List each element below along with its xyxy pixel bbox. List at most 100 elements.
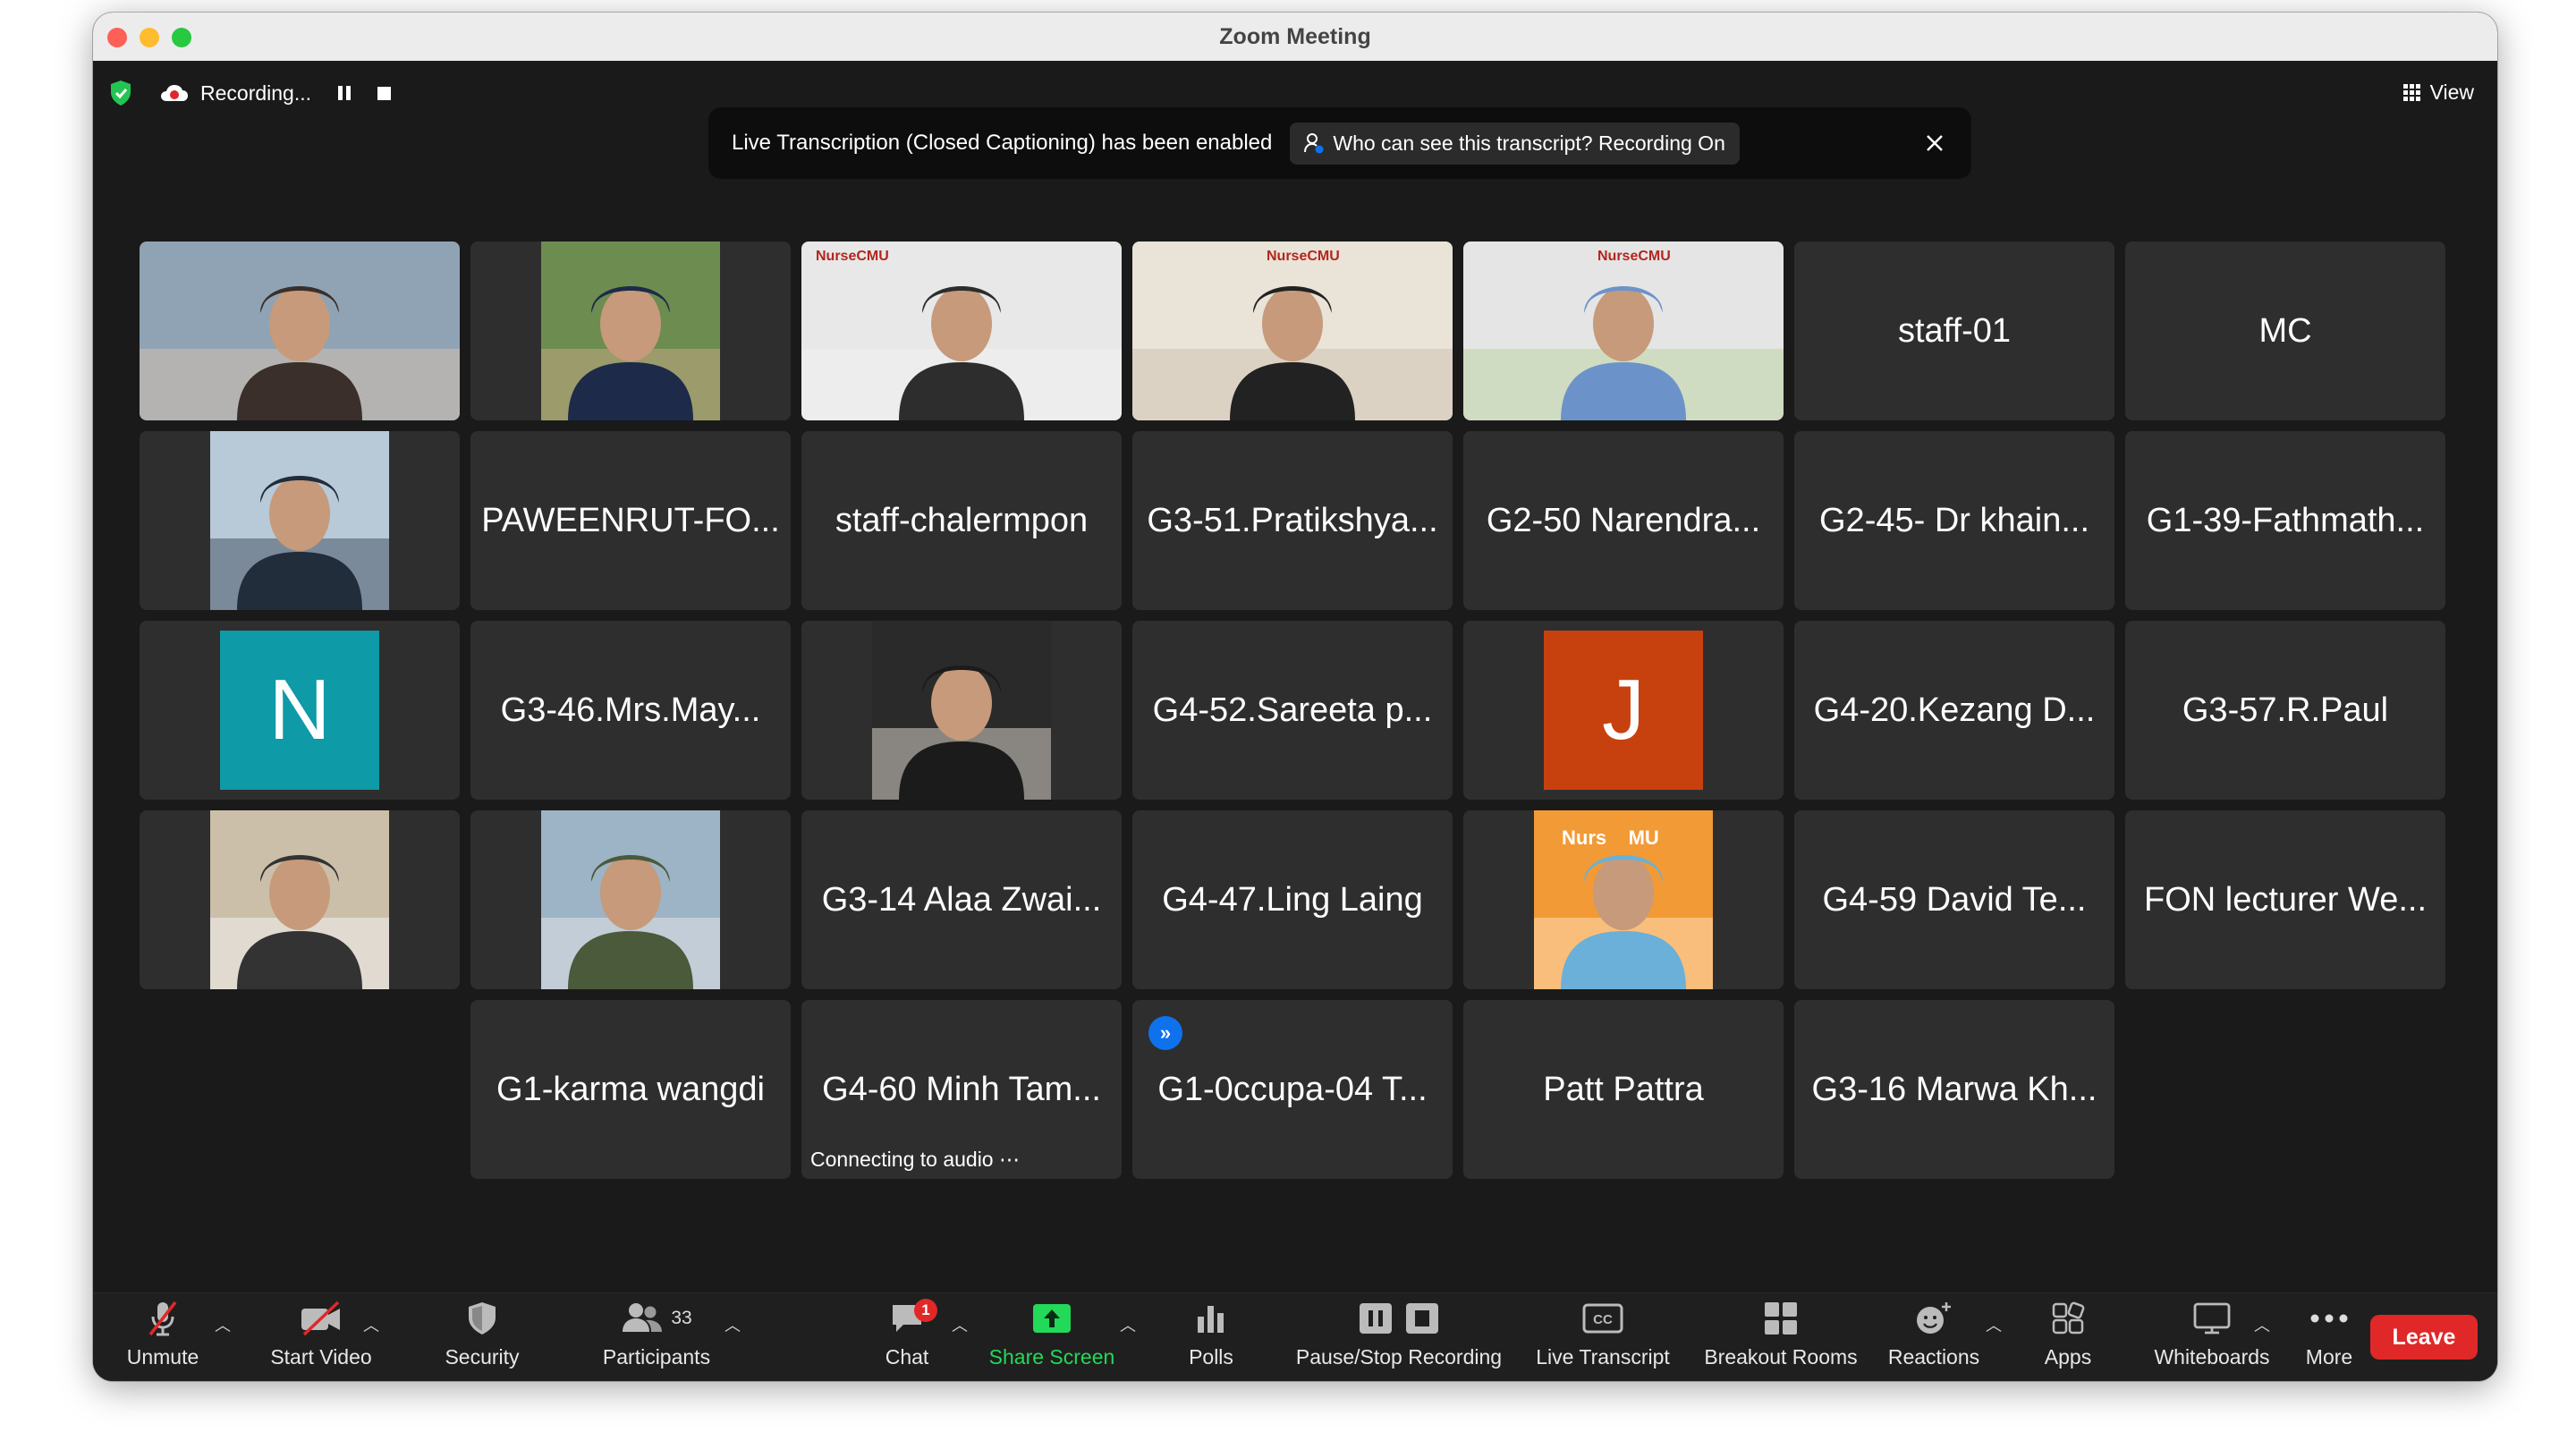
nursecmu-logo: Nurs MU xyxy=(1562,826,1659,849)
bar-chart-icon xyxy=(1198,1306,1224,1333)
whiteboards-button[interactable]: Whiteboards xyxy=(2145,1293,2279,1381)
participant-tile[interactable]: Nurs MU xyxy=(1463,810,1784,989)
stop-icon xyxy=(1406,1303,1438,1334)
participant-name: MC xyxy=(2258,311,2312,350)
share-options-caret-icon[interactable]: ︿ xyxy=(1120,1313,1136,1336)
participant-tile[interactable]: FON lecturer We... xyxy=(2125,810,2445,989)
forward-badge-icon: » xyxy=(1148,1016,1182,1050)
participant-tile[interactable]: PAWEENRUT-FO... xyxy=(470,431,791,610)
participant-video xyxy=(801,242,1122,420)
participant-tile[interactable]: G1-39-Fathmath... xyxy=(2125,431,2445,610)
pause-stop-recording-button[interactable]: Pause/Stop Recording xyxy=(1292,1293,1506,1381)
share-screen-button[interactable]: Share Screen xyxy=(987,1293,1116,1381)
video-options-caret-icon[interactable]: ︿ xyxy=(363,1313,379,1336)
participant-tile[interactable]: G4-59 David Te... xyxy=(1794,810,2114,989)
participant-tile[interactable]: staff-01 xyxy=(1794,242,2114,420)
participant-tile[interactable]: G4-47.Ling Laing xyxy=(1132,810,1453,989)
participant-tile[interactable]: G3-57.R.Paul xyxy=(2125,621,2445,800)
polls-button[interactable]: Polls xyxy=(1175,1293,1247,1381)
participant-video xyxy=(1463,242,1784,420)
meeting-area: Recording... View Live Transcription (Cl… xyxy=(93,61,2497,1381)
participant-tile[interactable]: NurseCMU xyxy=(801,242,1122,420)
participant-tile[interactable] xyxy=(140,810,460,989)
video-feed-image xyxy=(541,810,720,989)
grid-view-icon xyxy=(2402,83,2420,101)
reactions-button[interactable]: Reactions xyxy=(1880,1293,1987,1381)
participants-icon xyxy=(623,1303,663,1332)
participant-tile[interactable]: G3-51.Pratikshya... xyxy=(1132,431,1453,610)
reactions-options-caret-icon[interactable]: ︿ xyxy=(1986,1313,2002,1336)
participant-tile[interactable]: G2-50 Narendra... xyxy=(1463,431,1784,610)
participant-tile[interactable]: G1-karma wangdi xyxy=(470,1000,791,1179)
cloud-recording-icon xyxy=(161,85,188,101)
banner-message: Live Transcription (Closed Captioning) h… xyxy=(732,131,1273,155)
participant-name: staff-chalermpon xyxy=(835,501,1089,539)
more-button[interactable]: More xyxy=(2293,1293,2365,1381)
person-info-icon xyxy=(1304,133,1324,154)
chat-options-caret-icon[interactable]: ︿ xyxy=(952,1313,968,1336)
chat-button[interactable]: 1 Chat xyxy=(871,1293,943,1381)
nursecmu-logo: NurseCMU xyxy=(1267,249,1340,264)
shield-icon xyxy=(469,1302,496,1335)
view-button[interactable]: View xyxy=(2402,80,2474,105)
participant-name: G2-50 Narendra... xyxy=(1486,501,1761,539)
participant-tile[interactable]: staff-chalermpon xyxy=(801,431,1122,610)
participant-name: G3-16 Marwa Kh... xyxy=(1811,1070,2097,1108)
apps-button[interactable]: Apps xyxy=(2032,1293,2104,1381)
pause-recording-icon[interactable] xyxy=(338,86,352,100)
participant-tile[interactable]: G4-20.Kezang D... xyxy=(1794,621,2114,800)
participant-tile[interactable]: G1-0ccupa-04 T... » xyxy=(1132,1000,1453,1179)
participants-button[interactable]: 33 Participants xyxy=(594,1293,719,1381)
participant-avatar: J xyxy=(1544,631,1703,790)
participant-tile[interactable]: MC xyxy=(2125,242,2445,420)
participant-tile[interactable]: G2-45- Dr khain... xyxy=(1794,431,2114,610)
stop-recording-icon[interactable] xyxy=(377,86,392,100)
participants-options-caret-icon[interactable]: ︿ xyxy=(724,1313,741,1336)
participant-tile[interactable] xyxy=(801,621,1122,800)
participant-tile[interactable]: NurseCMU xyxy=(1463,242,1784,420)
transcript-visibility-label: Who can see this transcript? Recording O… xyxy=(1333,131,1725,155)
unmute-button[interactable]: Unmute xyxy=(120,1293,206,1381)
title-bar: Zoom Meeting xyxy=(93,13,2497,62)
participant-tile[interactable] xyxy=(470,242,791,420)
participant-tile[interactable]: G3-14 Alaa Zwai... xyxy=(801,810,1122,989)
participant-tile[interactable]: G3-16 Marwa Kh... xyxy=(1794,1000,2114,1179)
participant-tile[interactable] xyxy=(140,431,460,610)
audio-options-caret-icon[interactable]: ︿ xyxy=(215,1313,231,1336)
security-button[interactable]: Security xyxy=(433,1293,531,1381)
video-feed-image xyxy=(210,810,389,989)
live-transcript-button[interactable]: CC Live Transcript xyxy=(1524,1293,1682,1381)
participant-tile[interactable]: G4-60 Minh Tam... Connecting to audio ⋯ xyxy=(801,1000,1122,1179)
participant-tile[interactable]: NurseCMU xyxy=(1132,242,1453,420)
participant-name: G2-45- Dr khain... xyxy=(1819,501,2089,539)
participant-video xyxy=(1132,242,1453,420)
leave-button[interactable]: Leave xyxy=(2370,1315,2478,1360)
participant-tile[interactable]: N xyxy=(140,621,460,800)
more-dots-icon xyxy=(2310,1314,2348,1323)
recording-label: Recording... xyxy=(200,80,312,105)
start-video-button[interactable]: Start Video xyxy=(263,1293,379,1381)
encryption-shield-icon[interactable] xyxy=(109,80,132,106)
participant-tile[interactable]: Patt Pattra xyxy=(1463,1000,1784,1179)
meeting-toolbar: Unmute ︿ Start Video ︿ Security 33 Parti… xyxy=(93,1292,2497,1381)
recording-indicator[interactable]: Recording... xyxy=(159,81,311,106)
video-feed-image xyxy=(140,242,460,420)
participant-name: G3-51.Pratikshya... xyxy=(1147,501,1438,539)
participant-name: staff-01 xyxy=(1897,311,2012,350)
whiteboards-options-caret-icon[interactable]: ︿ xyxy=(2254,1313,2270,1336)
breakout-rooms-button[interactable]: Breakout Rooms xyxy=(1694,1293,1868,1381)
participant-tile[interactable]: G4-52.Sareeta p... xyxy=(1132,621,1453,800)
participant-video xyxy=(872,621,1051,800)
video-feed-image xyxy=(1463,242,1784,420)
participant-tile[interactable]: G3-46.Mrs.May... xyxy=(470,621,791,800)
participant-tile[interactable]: J xyxy=(1463,621,1784,800)
transcript-visibility-button[interactable]: Who can see this transcript? Recording O… xyxy=(1290,122,1740,165)
participant-tile[interactable] xyxy=(470,810,791,989)
participant-tile[interactable] xyxy=(140,242,460,420)
apps-icon xyxy=(2052,1301,2085,1335)
close-icon[interactable] xyxy=(1921,130,1948,157)
transcription-banner: Live Transcription (Closed Captioning) h… xyxy=(708,107,1971,179)
participant-video xyxy=(210,431,389,610)
window-title: Zoom Meeting xyxy=(1219,24,1371,49)
participant-name: G1-karma wangdi xyxy=(496,1070,765,1108)
